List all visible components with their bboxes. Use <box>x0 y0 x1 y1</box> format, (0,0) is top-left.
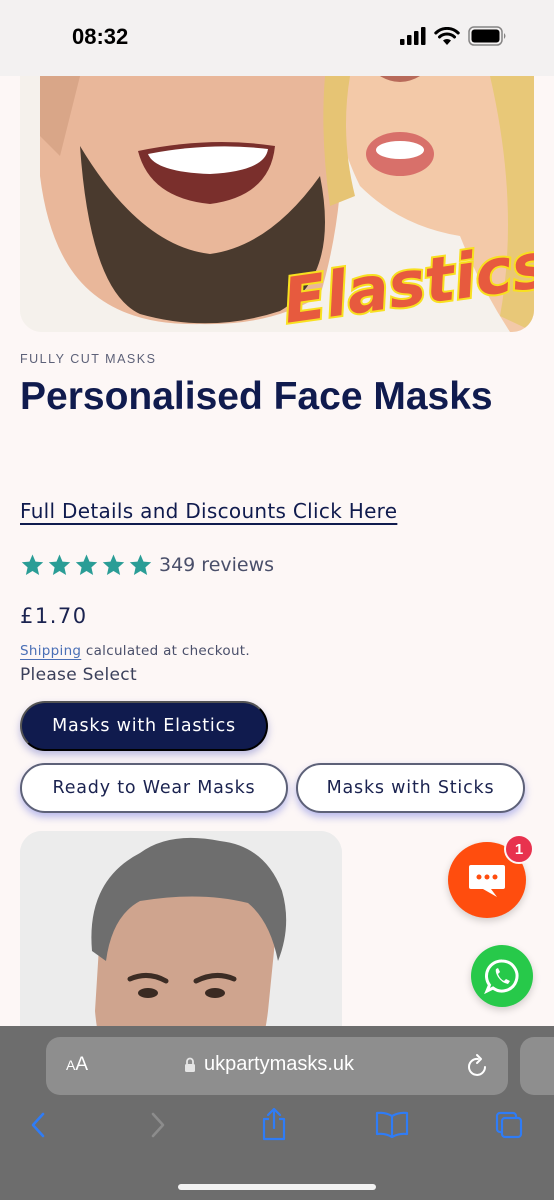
back-icon[interactable] <box>28 1110 48 1140</box>
variant-ready-to-wear-masks[interactable]: Ready to Wear Masks <box>20 763 288 813</box>
star-icon <box>75 554 98 575</box>
product-rating[interactable]: 349 reviews <box>20 553 274 577</box>
status-bar: 08:32 <box>0 0 554 76</box>
status-time: 08:32 <box>72 24 129 49</box>
lock-icon <box>185 1057 195 1072</box>
variant-masks-with-sticks[interactable]: Masks with Sticks <box>296 763 525 813</box>
chat-icon <box>469 865 505 897</box>
shipping-note-text: calculated at checkout. <box>81 643 250 659</box>
hero-illustration: Elastics <box>20 76 534 332</box>
battery-icon <box>468 26 506 46</box>
address-bar[interactable]: AA ukpartymasks.uk <box>46 1037 508 1095</box>
shipping-link[interactable]: Shipping <box>20 643 81 659</box>
browser-toolbar: AA ukpartymasks.uk <box>0 1026 554 1200</box>
product-hero-image[interactable]: Elastics <box>20 76 534 332</box>
next-tab-preview[interactable] <box>520 1037 554 1095</box>
review-count: 349 reviews <box>159 554 275 576</box>
tabs-icon[interactable] <box>494 1110 524 1140</box>
star-rating <box>20 553 153 577</box>
whatsapp-button[interactable] <box>471 945 533 1007</box>
full-details-link[interactable]: Full Details and Discounts Click Here <box>20 499 397 523</box>
status-icons <box>400 26 508 46</box>
home-indicator <box>178 1184 376 1190</box>
reload-icon[interactable] <box>466 1053 490 1079</box>
chat-notification-badge: 1 <box>504 834 534 864</box>
reader-view-button[interactable]: AA <box>66 1054 88 1076</box>
bookmarks-icon[interactable] <box>375 1110 409 1138</box>
star-icon <box>129 554 152 575</box>
whatsapp-icon <box>484 959 519 994</box>
star-icon <box>21 554 44 575</box>
browser-nav-toolbar <box>0 1107 554 1150</box>
shipping-note: Shipping calculated at checkout. <box>20 643 250 659</box>
product-price: £1.70 <box>20 604 88 628</box>
share-icon[interactable] <box>260 1106 288 1142</box>
product-vendor: FULLY CUT MASKS <box>20 352 157 366</box>
url-display[interactable]: ukpartymasks.uk <box>184 1053 354 1076</box>
product-title: Personalised Face Masks <box>20 375 493 418</box>
star-icon <box>48 554 71 575</box>
wifi-icon <box>434 26 460 45</box>
forward-icon[interactable] <box>148 1110 168 1140</box>
variant-masks-with-elastics[interactable]: Masks with Elastics <box>20 701 268 751</box>
star-icon <box>102 554 125 575</box>
variant-prompt: Please Select <box>20 665 137 685</box>
url-text: ukpartymasks.uk <box>204 1053 355 1075</box>
cellular-signal-icon <box>400 27 426 45</box>
